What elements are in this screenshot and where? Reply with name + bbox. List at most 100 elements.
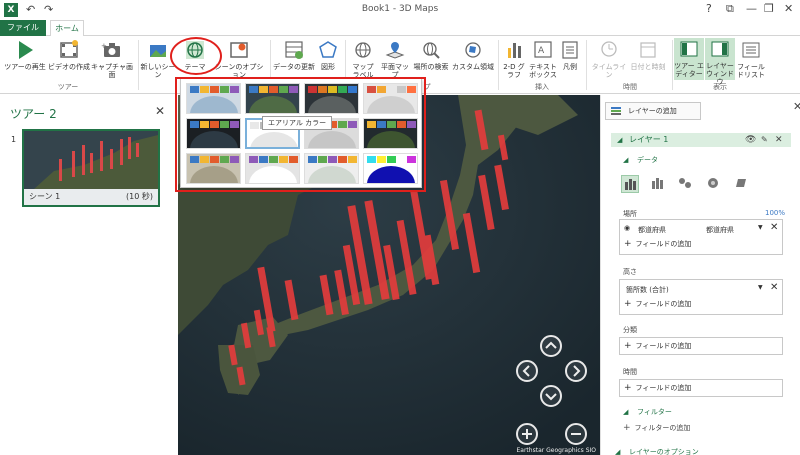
film-icon xyxy=(57,39,81,61)
layer-header[interactable]: ◢ レイヤー 1 👁 ✎ ✕ xyxy=(611,133,791,147)
add-location-field[interactable]: + フィールドの追加 xyxy=(624,239,691,249)
rotate-left-button[interactable] xyxy=(516,360,538,382)
bar-chart-icon xyxy=(502,39,526,61)
new-scene-icon xyxy=(146,39,170,61)
date-time-label: 日付と時刻 xyxy=(630,63,666,71)
scene-footer: シーン 1 (10 秒) xyxy=(24,189,158,205)
add-filter-button[interactable]: + フィルターの追加 xyxy=(623,423,690,433)
remove-field-icon[interactable]: ✕ xyxy=(770,282,778,293)
zoom-in-button[interactable] xyxy=(516,423,538,445)
tilt-up-button[interactable] xyxy=(540,335,562,357)
create-video-button[interactable]: ビデオの作成 xyxy=(48,39,90,71)
add-category-field[interactable]: + フィールドの追加 xyxy=(619,337,783,355)
region-icon[interactable] xyxy=(733,175,751,193)
zoom-out-button[interactable] xyxy=(565,423,587,445)
tour-play-label: ツアーの再生 xyxy=(4,63,46,71)
category-label: 分類 xyxy=(623,326,637,334)
tour-play-button[interactable]: ツアーの再生 xyxy=(2,39,48,71)
plus-icon: + xyxy=(624,383,632,393)
height-label: 高さ xyxy=(623,268,637,276)
timeline-button[interactable]: タイムライン xyxy=(590,39,628,79)
data-collapse-icon[interactable]: ◢ xyxy=(623,156,628,164)
stacked-column-icon[interactable] xyxy=(621,175,639,193)
dropdown-arrow-icon[interactable]: ▼ xyxy=(758,224,763,231)
svg-text:+: + xyxy=(101,42,107,50)
refresh-data-button[interactable]: データの更新 xyxy=(272,39,316,71)
add-height-field[interactable]: + フィールドの追加 xyxy=(624,299,691,309)
shapes-button[interactable]: 図形 xyxy=(316,39,340,71)
legend-icon xyxy=(558,39,582,61)
group-view-label: 表示 xyxy=(713,83,727,91)
flat-map-button[interactable]: 平面マップ xyxy=(378,39,412,79)
visibility-eye-icon[interactable]: 👁 xyxy=(745,133,756,147)
height-field-box: 箇所数 (合計) ▼ ✕ + フィールドの追加 xyxy=(619,279,783,315)
layer-window-button[interactable]: レイヤー ウィンドウ xyxy=(705,38,735,86)
capture-screen-button[interactable]: + キャプチャ画面 xyxy=(90,39,134,79)
filter-section-title: フィルター xyxy=(637,408,672,416)
map-labels-icon xyxy=(351,39,375,61)
tour-editor-button[interactable]: ツアー エディター xyxy=(674,38,704,80)
group-tour-label: ツアー xyxy=(57,83,79,91)
bubble-icon[interactable] xyxy=(677,175,695,193)
add-field-label: フィールドの追加 xyxy=(635,300,692,308)
pane-close-icon[interactable]: ✕ xyxy=(793,100,800,113)
shapes-label: 図形 xyxy=(321,63,335,71)
height-field-name: 箇所数 (合計) xyxy=(626,286,669,294)
custom-regions-button[interactable]: カスタム領域 xyxy=(450,39,496,71)
field-list-button[interactable]: フィール ドリスト xyxy=(736,39,766,79)
create-video-label: ビデオの作成 xyxy=(48,63,90,71)
delete-layer-icon[interactable]: ✕ xyxy=(775,133,783,147)
layer-pane: ✕ レイヤーの追加 ◢ レイヤー 1 👁 ✎ ✕ ◢ データ 場所 100% ◉… xyxy=(600,95,800,455)
chart-2d-button[interactable]: 2-D グラフ xyxy=(500,39,528,79)
window-title: Book1 - 3D Maps xyxy=(361,4,439,14)
close-window-icon[interactable]: ✕ xyxy=(784,2,793,15)
add-filter-label: フィルターの追加 xyxy=(634,424,691,432)
clustered-column-icon[interactable] xyxy=(649,175,667,193)
text-box-button[interactable]: A テキスト ボックス xyxy=(528,39,558,79)
scene-options-icon xyxy=(227,39,251,61)
help-icon[interactable]: ? xyxy=(706,2,712,15)
add-field-label: フィールドの追加 xyxy=(635,342,692,350)
rename-pencil-icon[interactable]: ✎ xyxy=(761,133,768,147)
location-type-select[interactable]: 都道府県 xyxy=(706,225,734,235)
find-location-icon xyxy=(419,39,443,61)
radio-selected-icon[interactable]: ◉ xyxy=(624,224,630,232)
remove-field-icon[interactable]: ✕ xyxy=(770,222,778,233)
plus-icon: + xyxy=(624,341,632,351)
add-layer-button[interactable]: レイヤーの追加 xyxy=(605,102,701,120)
legend-label: 凡例 xyxy=(563,63,577,71)
find-location-label: 場所の検索 xyxy=(413,63,449,71)
tab-home[interactable]: ホーム xyxy=(50,20,84,37)
restore-down-icon[interactable]: ⧉ xyxy=(726,2,734,16)
title-bar: X ↶ ↷ Book1 - 3D Maps ? ⧉ — ❐ ✕ xyxy=(0,0,800,20)
chart-2d-label: 2-D グラフ xyxy=(503,63,525,79)
themes-highlight xyxy=(170,37,222,75)
layer-window-icon xyxy=(708,38,732,60)
heat-map-icon[interactable] xyxy=(705,175,723,193)
add-time-field[interactable]: + フィールドの追加 xyxy=(619,379,783,397)
location-match-percent[interactable]: 100% xyxy=(765,209,785,217)
legend-button[interactable]: 凡例 xyxy=(558,39,582,71)
find-location-button[interactable]: 場所の検索 xyxy=(412,39,450,71)
ribbon-separator xyxy=(586,40,587,90)
scene-thumbnail[interactable]: シーン 1 (10 秒) xyxy=(22,129,160,207)
date-time-button[interactable]: 日付と時刻 xyxy=(628,39,668,71)
refresh-data-icon xyxy=(282,39,306,61)
restore-icon[interactable]: ❐ xyxy=(764,2,774,15)
minimize-icon[interactable]: — xyxy=(746,2,757,15)
add-field-label: フィールドの追加 xyxy=(635,384,692,392)
camera-icon: + xyxy=(100,39,124,61)
tour-close-icon[interactable]: ✕ xyxy=(155,104,165,118)
layer-options-collapse-icon[interactable]: ◢ xyxy=(615,448,620,455)
collapse-icon[interactable]: ◢ xyxy=(617,133,622,147)
dropdown-arrow-icon[interactable]: ▼ xyxy=(758,284,763,291)
tilt-down-button[interactable] xyxy=(540,385,562,407)
time-label: 時間 xyxy=(623,368,637,376)
map-labels-button[interactable]: マップ ラベル xyxy=(348,39,378,79)
capture-screen-label: キャプチャ画面 xyxy=(91,63,133,79)
shapes-icon xyxy=(316,39,340,61)
rotate-right-button[interactable] xyxy=(565,360,587,382)
text-box-icon: A xyxy=(531,39,555,61)
tab-file[interactable]: ファイル xyxy=(0,20,46,36)
filter-collapse-icon[interactable]: ◢ xyxy=(623,408,628,416)
